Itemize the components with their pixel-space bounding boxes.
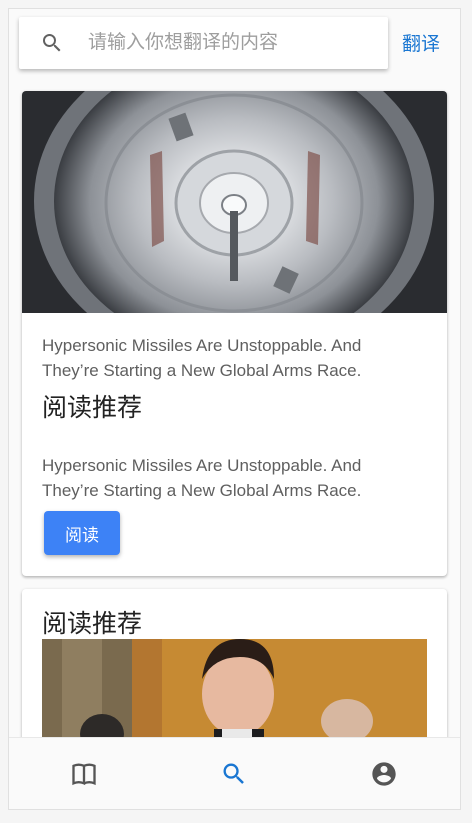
book-icon[interactable]	[70, 760, 98, 788]
account-circle-icon[interactable]	[370, 760, 398, 788]
section-heading: 阅读推荐	[42, 394, 143, 422]
read-button[interactable]: 阅读	[44, 511, 120, 555]
section-heading: 阅读推荐	[42, 610, 143, 638]
article-description: Hypersonic Missiles Are Unstoppable. And…	[42, 336, 362, 380]
search-bar	[19, 17, 388, 69]
search-icon[interactable]	[220, 760, 248, 788]
app-screen: 翻译 Hype	[8, 8, 461, 810]
bottom-navigation	[9, 737, 460, 809]
article-description: Hypersonic Missiles Are Unstoppable. And…	[42, 456, 362, 500]
translate-button[interactable]: 翻译	[402, 29, 440, 56]
jet-engine-image	[22, 91, 447, 313]
search-icon	[43, 34, 61, 52]
search-input[interactable]	[86, 31, 380, 55]
article-card: Hypersonic Missiles Are Unstoppable. And…	[22, 91, 447, 576]
